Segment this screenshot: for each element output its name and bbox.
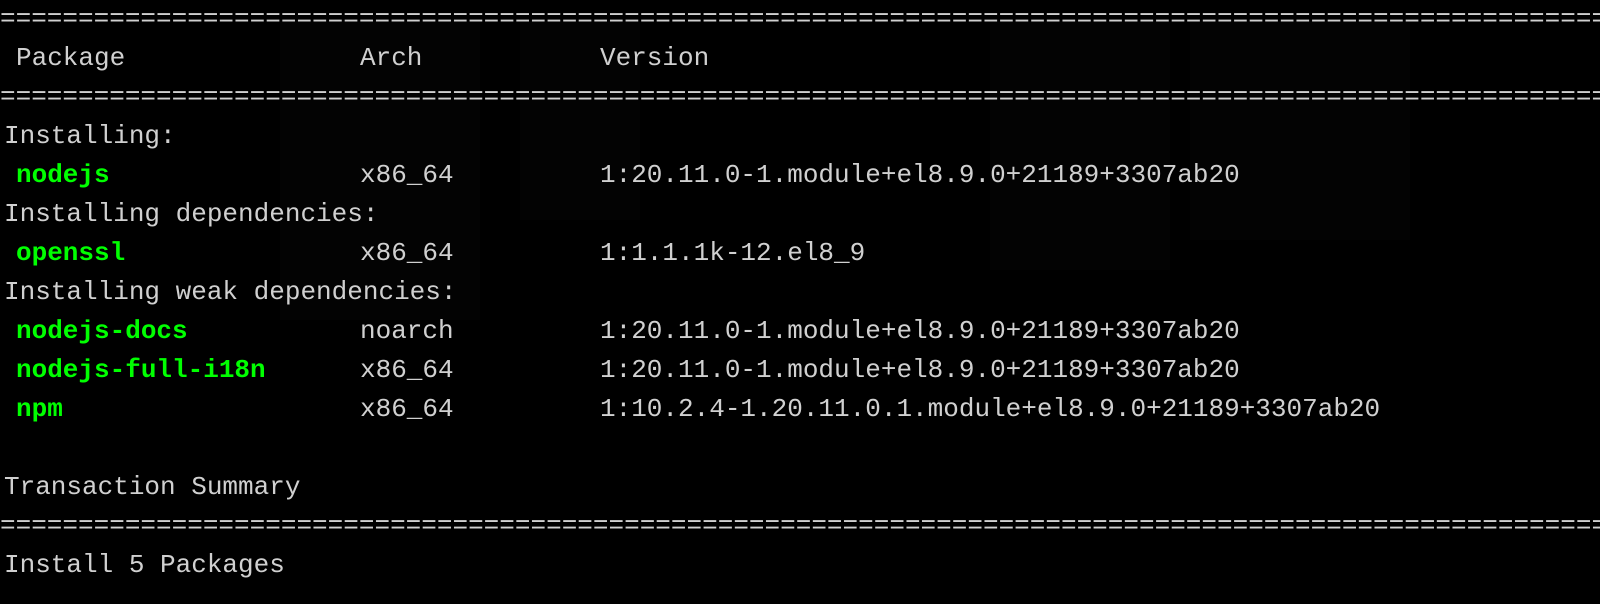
package-version: 1:20.11.0-1.module+el8.9.0+21189+3307ab2… — [600, 351, 1600, 390]
header-arch: Arch — [360, 39, 600, 78]
package-version: 1:20.11.0-1.module+el8.9.0+21189+3307ab2… — [600, 312, 1600, 351]
package-arch: x86_64 — [360, 156, 600, 195]
package-version: 1:10.2.4-1.20.11.0.1.module+el8.9.0+2118… — [600, 390, 1600, 429]
column-headers: Package Arch Version — [0, 39, 1600, 78]
package-version: 1:20.11.0-1.module+el8.9.0+21189+3307ab2… — [600, 156, 1600, 195]
package-row-nodejs-full-i18n: nodejs-full-i18n x86_64 1:20.11.0-1.modu… — [0, 351, 1600, 390]
header-version: Version — [600, 39, 1600, 78]
separator-line: ========================================… — [0, 78, 1600, 117]
package-row-npm: npm x86_64 1:10.2.4-1.20.11.0.1.module+e… — [0, 390, 1600, 429]
package-name: nodejs — [0, 156, 360, 195]
install-count-line: Install 5 Packages — [0, 546, 1600, 585]
separator-line: ========================================… — [0, 507, 1600, 546]
package-name: openssl — [0, 234, 360, 273]
package-row-openssl: openssl x86_64 1:1.1.1k-12.el8_9 — [0, 234, 1600, 273]
terminal-output: ========================================… — [0, 0, 1600, 585]
blank-line — [0, 429, 1600, 468]
package-row-nodejs-docs: nodejs-docs noarch 1:20.11.0-1.module+el… — [0, 312, 1600, 351]
package-name: npm — [0, 390, 360, 429]
package-name: nodejs-full-i18n — [0, 351, 360, 390]
section-installing: Installing: — [0, 117, 1600, 156]
package-arch: x86_64 — [360, 390, 600, 429]
transaction-summary-title: Transaction Summary — [0, 468, 1600, 507]
package-arch: noarch — [360, 312, 600, 351]
package-arch: x86_64 — [360, 351, 600, 390]
section-installing-deps: Installing dependencies: — [0, 195, 1600, 234]
header-package: Package — [0, 39, 360, 78]
package-version: 1:1.1.1k-12.el8_9 — [600, 234, 1600, 273]
package-row-nodejs: nodejs x86_64 1:20.11.0-1.module+el8.9.0… — [0, 156, 1600, 195]
package-name: nodejs-docs — [0, 312, 360, 351]
separator-line: ========================================… — [0, 0, 1600, 39]
package-arch: x86_64 — [360, 234, 600, 273]
section-installing-weak-deps: Installing weak dependencies: — [0, 273, 1600, 312]
